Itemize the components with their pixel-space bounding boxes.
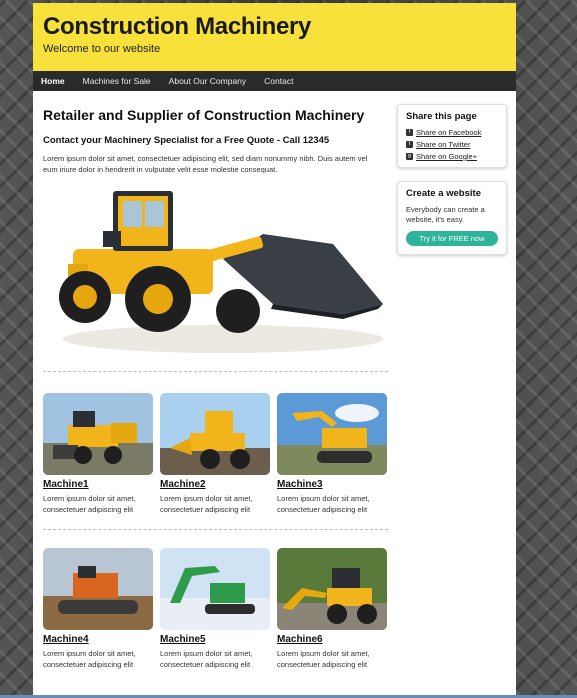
content-divider: [43, 529, 388, 530]
machine-title-link[interactable]: Machine3: [277, 479, 387, 490]
machine-title-link[interactable]: Machine2: [160, 479, 270, 490]
machine-title-link[interactable]: Machine1: [43, 479, 153, 490]
machine-thumbnail[interactable]: [43, 548, 153, 630]
nav-item-about-our-company[interactable]: About Our Company: [169, 76, 246, 86]
site-header: Construction Machinery Welcome to our we…: [33, 3, 516, 71]
machine-description: Lorem ipsum dolor sit amet, consectetuer…: [277, 494, 370, 514]
machine-title-link[interactable]: Machine6: [277, 634, 387, 645]
create-website-text: Everybody can create a website, it's eas…: [406, 205, 485, 224]
share-panel-title: Share this page: [406, 111, 477, 122]
site-title[interactable]: Construction Machinery: [43, 13, 311, 41]
machine-description: Lorem ipsum dolor sit amet, consectetuer…: [160, 494, 253, 514]
machine-card[interactable]: Machine6 Lorem ipsum dolor sit amet, con…: [277, 548, 387, 670]
page-heading: Retailer and Supplier of Construction Ma…: [43, 107, 365, 123]
machine-thumbnail[interactable]: [277, 548, 387, 630]
machine-card[interactable]: Machine5 Lorem ipsum dolor sit amet, con…: [160, 548, 270, 670]
twitter-icon: t: [406, 141, 413, 148]
machine-card[interactable]: Machine1 Lorem ipsum dolor sit amet, con…: [43, 393, 153, 515]
intro-paragraph: Lorem ipsum dolor sit amet, consectetuer…: [43, 154, 368, 174]
wheel-loader-hero-image: [59, 191, 383, 353]
machine-description: Lorem ipsum dolor sit amet, consectetuer…: [160, 649, 253, 669]
share-item-facebook[interactable]: f Share on Facebook: [406, 128, 506, 137]
nav-item-contact[interactable]: Contact: [264, 76, 293, 86]
machine-title-link[interactable]: Machine4: [43, 634, 153, 645]
share-item-twitter[interactable]: t Share on Twitter: [406, 140, 506, 149]
main-navigation: Home Machines for Sale About Our Company…: [33, 71, 516, 91]
nav-item-machines-for-sale[interactable]: Machines for Sale: [83, 76, 151, 86]
page-container: Construction Machinery Welcome to our we…: [33, 3, 516, 698]
share-facebook-link[interactable]: Share on Facebook: [416, 128, 481, 137]
machine-title-link[interactable]: Machine5: [160, 634, 270, 645]
machine-thumbnail[interactable]: [160, 393, 270, 475]
content-divider: [43, 371, 388, 372]
machine-card[interactable]: Machine3 Lorem ipsum dolor sit amet, con…: [277, 393, 387, 515]
machine-description: Lorem ipsum dolor sit amet, consectetuer…: [277, 649, 370, 669]
share-twitter-link[interactable]: Share on Twitter: [416, 140, 470, 149]
contact-subheading: Contact your Machinery Specialist for a …: [43, 135, 330, 146]
facebook-icon: f: [406, 129, 413, 136]
share-list: f Share on Facebook t Share on Twitter g…: [406, 128, 506, 161]
create-website-panel: Create a website Everybody can create a …: [397, 181, 507, 255]
machine-card[interactable]: Machine2 Lorem ipsum dolor sit amet, con…: [160, 393, 270, 515]
share-googleplus-link[interactable]: Share on Google+: [416, 152, 477, 161]
share-panel: Share this page f Share on Facebook t Sh…: [397, 104, 507, 168]
machine-card[interactable]: Machine4 Lorem ipsum dolor sit amet, con…: [43, 548, 153, 670]
try-free-button[interactable]: Try it for FREE now: [406, 231, 498, 246]
create-website-title: Create a website: [406, 188, 481, 199]
site-tagline: Welcome to our website: [43, 43, 161, 55]
googleplus-icon: g: [406, 153, 413, 160]
machine-thumbnail[interactable]: [160, 548, 270, 630]
machine-description: Lorem ipsum dolor sit amet, consectetuer…: [43, 649, 136, 669]
nav-item-home[interactable]: Home: [41, 76, 65, 86]
machine-thumbnail[interactable]: [43, 393, 153, 475]
machine-thumbnail[interactable]: [277, 393, 387, 475]
machine-description: Lorem ipsum dolor sit amet, consectetuer…: [43, 494, 136, 514]
share-item-googleplus[interactable]: g Share on Google+: [406, 152, 506, 161]
